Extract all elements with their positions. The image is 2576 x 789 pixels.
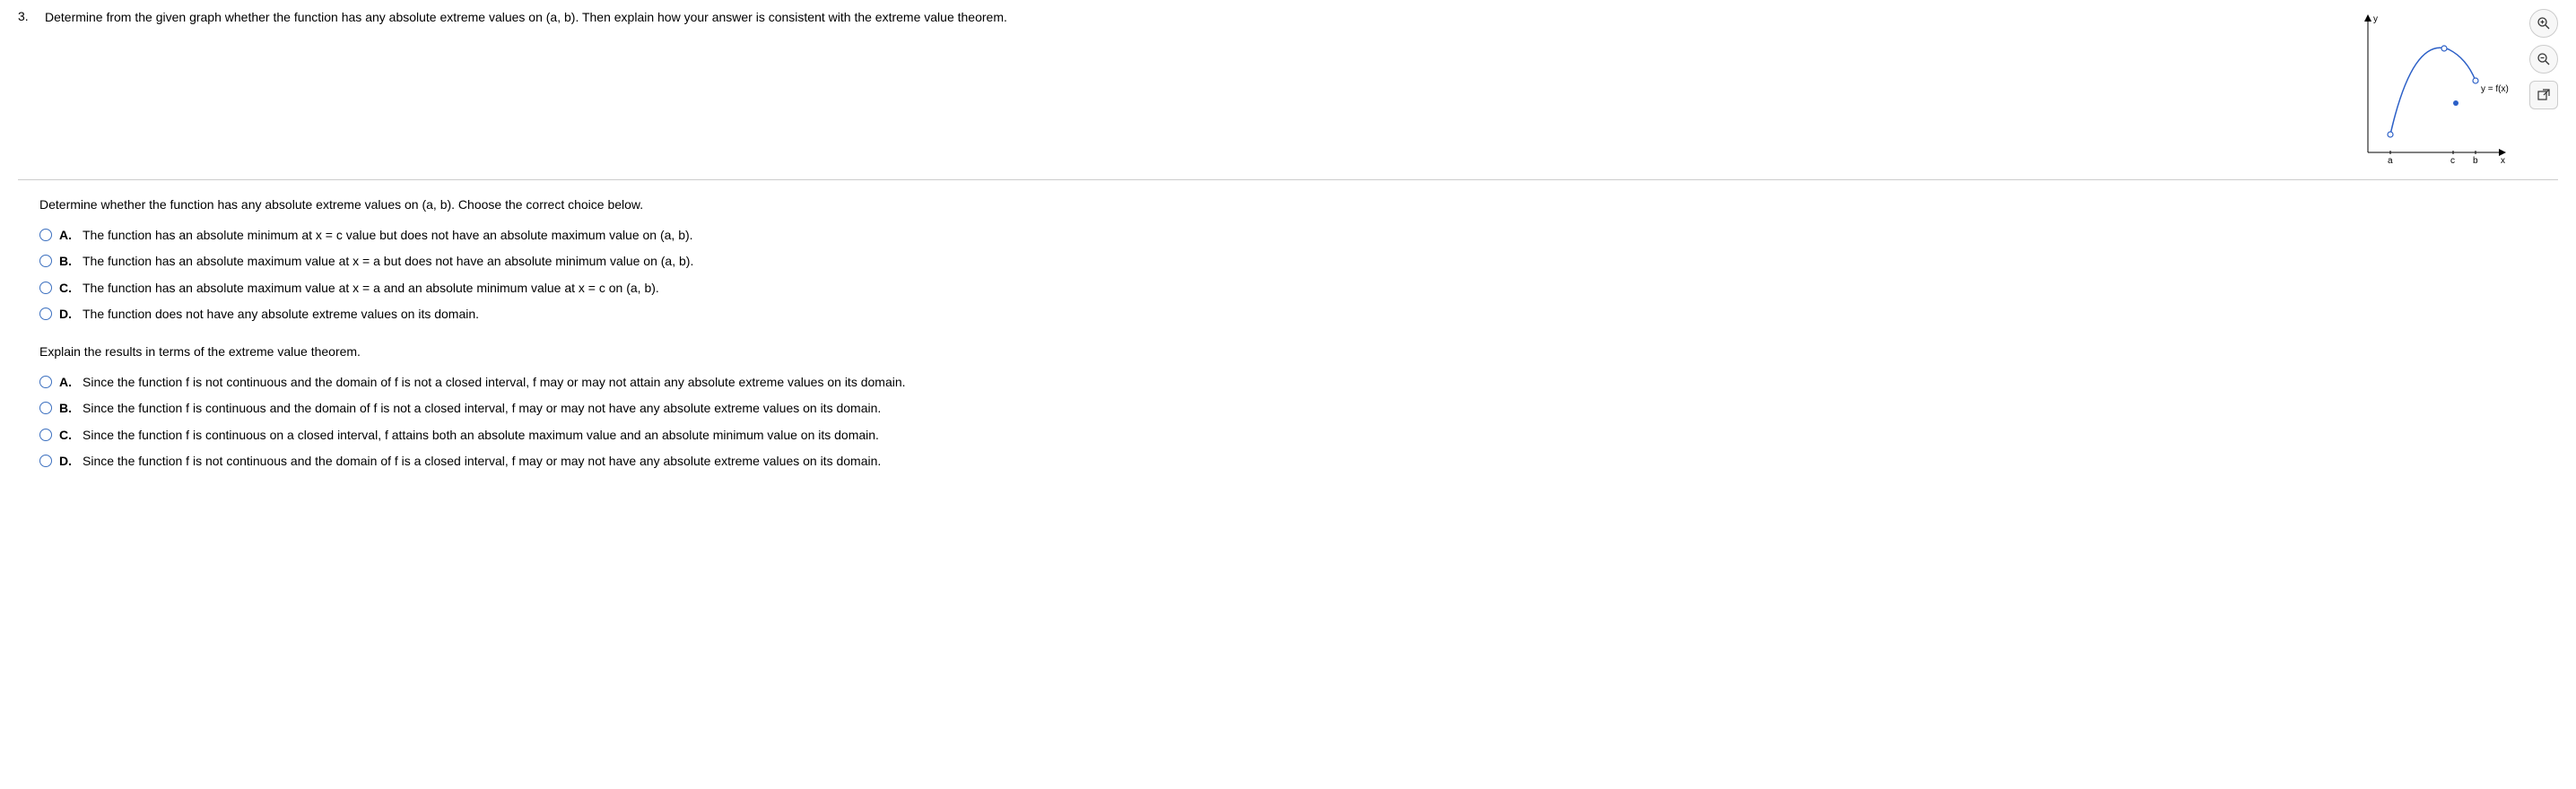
choice-2c-text: Since the function f is continuous on a … (83, 427, 2558, 445)
choice-2d-label: D. (59, 453, 75, 471)
choice-1a-label: A. (59, 227, 75, 245)
function-label: y = f(x) (2481, 84, 2509, 94)
zoom-in-button[interactable] (2529, 9, 2558, 38)
zoom-in-icon (2537, 16, 2551, 30)
choice-2a-label: A. (59, 374, 75, 392)
open-new-window-button[interactable] (2529, 81, 2558, 109)
choice-1a: A. The function has an absolute minimum … (39, 227, 2558, 245)
choice-1b-text: The function has an absolute maximum val… (83, 253, 2558, 271)
choice-2d-text: Since the function f is not continuous a… (83, 453, 2558, 471)
radio-1c[interactable] (39, 282, 52, 294)
choice-1d-text: The function does not have any absolute … (83, 306, 2558, 324)
choice-1d-label: D. (59, 306, 75, 324)
zoom-out-icon (2537, 52, 2551, 66)
choice-2b-label: B. (59, 400, 75, 418)
choice-1b: B. The function has an absolute maximum … (39, 253, 2558, 271)
choice-2c: C. Since the function f is continuous on… (39, 427, 2558, 445)
choice-1a-text: The function has an absolute minimum at … (83, 227, 2558, 245)
tick-a: a (2388, 156, 2393, 166)
radio-2a[interactable] (39, 376, 52, 388)
x-axis-label: x (2501, 156, 2505, 166)
open-new-window-icon (2537, 89, 2550, 101)
radio-2b[interactable] (39, 402, 52, 414)
choice-1c-label: C. (59, 280, 75, 298)
tick-b: b (2473, 156, 2478, 166)
choice-2d: D. Since the function f is not continuou… (39, 453, 2558, 471)
radio-1d[interactable] (39, 308, 52, 320)
section-divider (18, 179, 2558, 180)
choice-2b-text: Since the function f is continuous and t… (83, 400, 2558, 418)
choice-1c: C. The function has an absolute maximum … (39, 280, 2558, 298)
part-1-prompt: Determine whether the function has any a… (39, 196, 2558, 214)
choice-2c-label: C. (59, 427, 75, 445)
choice-2b: B. Since the function f is continuous an… (39, 400, 2558, 418)
choice-2a: A. Since the function f is not continuou… (39, 374, 2558, 392)
choice-1d: D. The function does not have any absolu… (39, 306, 2558, 324)
part-2-prompt: Explain the results in terms of the extr… (39, 343, 2558, 361)
choice-2a-text: Since the function f is not continuous a… (83, 374, 2558, 392)
radio-2c[interactable] (39, 429, 52, 441)
function-graph: y x y = f(x) a c b (2350, 9, 2511, 170)
question-text: Determine from the given graph whether t… (45, 9, 2332, 27)
question-number: 3. (18, 9, 36, 23)
part-1: Determine whether the function has any a… (39, 196, 2558, 324)
zoom-out-button[interactable] (2529, 45, 2558, 74)
radio-1a[interactable] (39, 229, 52, 241)
toolbar (2529, 9, 2558, 109)
choice-1b-label: B. (59, 253, 75, 271)
part-2: Explain the results in terms of the extr… (39, 343, 2558, 471)
radio-2d[interactable] (39, 455, 52, 467)
choice-1c-text: The function has an absolute maximum val… (83, 280, 2558, 298)
radio-1b[interactable] (39, 255, 52, 267)
y-axis-label: y (2373, 14, 2378, 24)
tick-c: c (2450, 156, 2455, 166)
